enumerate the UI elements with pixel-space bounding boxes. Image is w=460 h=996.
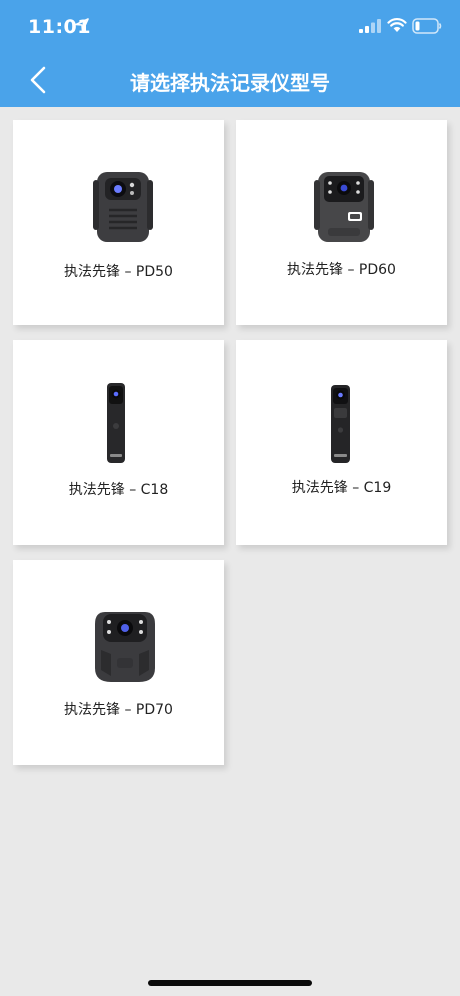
model-label: 执法先锋 – PD70: [64, 702, 173, 718]
model-card-pd50[interactable]: 执法先锋 – PD50: [13, 120, 224, 325]
model-label: 执法先锋 – PD60: [287, 262, 396, 278]
body-camera-pd60-icon: [314, 172, 374, 242]
body-camera-pd70-icon: [95, 612, 155, 682]
model-card-pd70[interactable]: 执法先锋 – PD70: [13, 560, 224, 765]
model-label: 执法先锋 – C19: [291, 480, 392, 496]
home-indicator[interactable]: [148, 980, 312, 986]
model-card-c18[interactable]: 执法先锋 – C18: [13, 340, 224, 545]
battery-icon: [412, 18, 442, 34]
cellular-signal-icon: [359, 19, 381, 33]
body-camera-c19-icon: [331, 385, 350, 463]
app-header: 11:01 请选择执法记录仪型号: [0, 0, 460, 107]
model-card-pd60[interactable]: 执法先锋 – PD60: [236, 120, 447, 325]
page-title: 请选择执法记录仪型号: [130, 71, 330, 95]
body-camera-c18-icon: [107, 383, 125, 463]
status-bar: 11:01: [0, 0, 460, 52]
body-camera-pd50-icon: [93, 172, 153, 242]
model-label: 执法先锋 – PD50: [64, 264, 173, 280]
model-card-c19[interactable]: 执法先锋 – C19: [236, 340, 447, 545]
navigation-bar: 请选择执法记录仪型号: [0, 52, 460, 107]
model-label: 执法先锋 – C18: [68, 482, 169, 498]
location-arrow-icon: [75, 18, 89, 32]
wifi-icon: [387, 18, 407, 32]
